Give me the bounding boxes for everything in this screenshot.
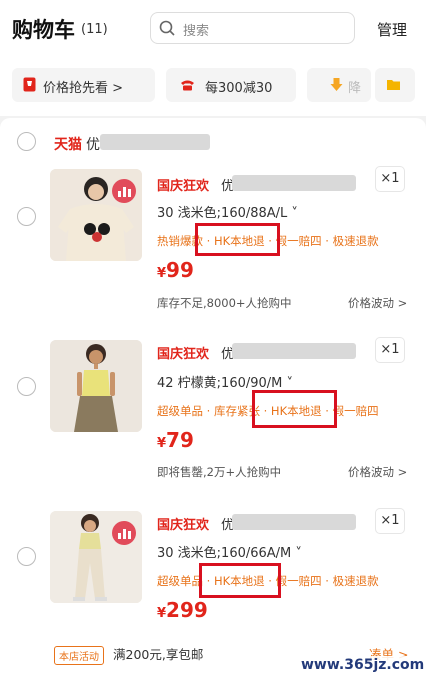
watermark: www.365jz.com xyxy=(298,656,426,674)
price-trend-link[interactable]: 价格波动 > xyxy=(348,464,407,480)
spec-selector[interactable]: 30 浅米色;160/88A/L ˅ xyxy=(157,202,298,221)
down-arrow-icon xyxy=(330,78,343,91)
free-shipping-text: 满200元,享包邮 xyxy=(113,647,204,662)
promo-label: 国庆狂欢 xyxy=(157,347,210,362)
cart-shop-card: 天猫优 国庆狂欢 优 ×1 30 浅米色;160/88A/L ˅ 热销爆款 · … xyxy=(0,118,426,681)
item-select-checkbox[interactable] xyxy=(17,547,36,566)
filter-price-drop[interactable]: 降 xyxy=(307,68,371,102)
filter-folder[interactable] xyxy=(375,68,415,102)
chart-badge-icon xyxy=(112,521,136,545)
quantity-stepper[interactable]: ×1 xyxy=(375,166,405,192)
price-trend-link[interactable]: 价格波动 > xyxy=(348,295,407,311)
obscured-shop-name xyxy=(100,134,210,150)
filter-label: 降 xyxy=(348,81,362,96)
spec-selector[interactable]: 42 柠檬黄;160/90/M ˅ xyxy=(157,372,293,391)
product-photo-tank-top xyxy=(50,340,142,432)
phone-icon xyxy=(181,80,194,91)
product-price: ¥99 xyxy=(157,258,194,282)
folder-icon xyxy=(387,80,400,90)
manage-button[interactable]: 管理 xyxy=(377,19,407,40)
filter-price-preview[interactable]: 价格抢先看 > xyxy=(12,68,155,102)
quantity-stepper[interactable]: ×1 xyxy=(375,337,405,363)
filter-label: 价格抢先看 > xyxy=(43,81,124,96)
chart-badge-icon xyxy=(112,179,136,203)
highlight-box xyxy=(195,223,280,256)
filter-label: 每300减30 xyxy=(205,81,273,96)
shop-select-checkbox[interactable] xyxy=(17,132,36,151)
obscured-product-title xyxy=(232,514,356,530)
header-bar: 购物车 (11) 搜索 管理 xyxy=(0,0,426,58)
product-image[interactable] xyxy=(50,340,142,432)
search-icon xyxy=(159,20,175,36)
stock-status: 库存不足,8000+人抢购中 xyxy=(157,296,292,310)
stock-status: 即将售罄,2万+人抢购中 xyxy=(157,465,282,479)
product-image[interactable] xyxy=(50,169,142,261)
product-price: ¥299 xyxy=(157,598,208,622)
page-title: 购物车 xyxy=(12,18,75,42)
quantity-stepper[interactable]: ×1 xyxy=(375,508,405,534)
shop-name[interactable]: 天猫优 xyxy=(54,134,100,154)
obscured-product-title xyxy=(232,343,356,359)
cart-count: (11) xyxy=(81,22,108,37)
filter-discount[interactable]: 每300减30 xyxy=(166,68,296,102)
product-image[interactable] xyxy=(50,511,142,603)
highlight-box xyxy=(252,390,337,428)
search-input[interactable]: 搜索 xyxy=(150,12,355,44)
promo-label: 国庆狂欢 xyxy=(157,518,210,533)
item-select-checkbox[interactable] xyxy=(17,377,36,396)
search-placeholder: 搜索 xyxy=(183,24,210,39)
spec-selector[interactable]: 30 浅米色;160/66A/M ˅ xyxy=(157,542,302,561)
highlight-box xyxy=(199,563,281,598)
store-activity-tag: 本店活动 xyxy=(54,646,104,665)
item-select-checkbox[interactable] xyxy=(17,207,36,226)
filter-bar: 价格抢先看 > 每300减30 降 xyxy=(0,58,426,116)
obscured-product-title xyxy=(232,175,356,191)
promo-label: 国庆狂欢 xyxy=(157,179,210,194)
price-tag-icon xyxy=(23,77,36,92)
product-price: ¥79 xyxy=(157,428,194,452)
